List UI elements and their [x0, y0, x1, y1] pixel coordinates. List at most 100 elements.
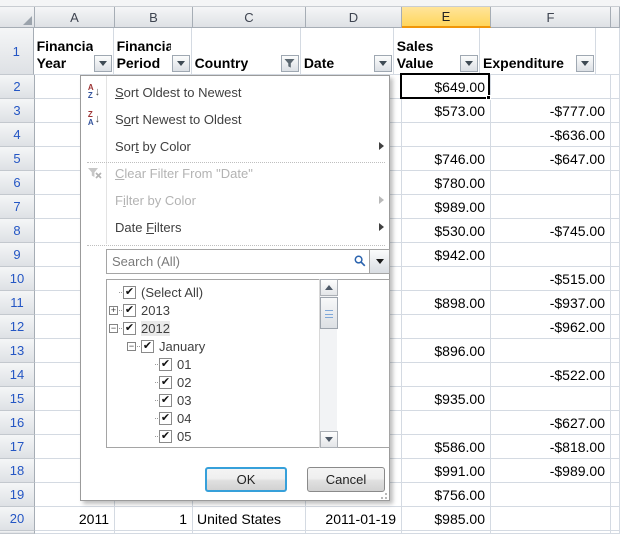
cell-col-e[interactable]: $898.00 — [402, 291, 491, 315]
row-header[interactable]: 4 — [0, 123, 35, 147]
filter-button-date-open[interactable] — [374, 55, 392, 72]
collapse-minus-icon[interactable]: − — [127, 342, 136, 351]
cell-col-e[interactable]: $573.00 — [402, 99, 491, 123]
checkbox-checked[interactable]: ✔ — [159, 430, 172, 443]
filter-button-country-active[interactable] — [281, 55, 299, 72]
cell-col-f[interactable]: -$515.00 — [491, 267, 611, 291]
column-header-c[interactable]: C — [193, 7, 306, 28]
column-header-g-sliver[interactable] — [611, 7, 620, 28]
cell-a1[interactable]: Financial Year — [34, 28, 114, 75]
row-header[interactable]: 14 — [0, 363, 35, 387]
tree-expander[interactable]: + − — [127, 337, 141, 355]
cell-col-e[interactable]: $746.00 — [402, 147, 491, 171]
tree-expander[interactable]: + − — [109, 283, 123, 301]
cell-col-e[interactable] — [402, 363, 491, 387]
cell-g1-sliver[interactable] — [596, 28, 620, 75]
tree-scrollbar[interactable] — [319, 279, 337, 448]
collapse-minus-icon[interactable]: − — [109, 324, 118, 333]
checkbox-checked[interactable]: ✔ — [123, 286, 136, 299]
cell-col-g-sliver[interactable] — [611, 363, 620, 387]
cell-col-f[interactable] — [491, 507, 611, 531]
cell-col-g-sliver[interactable] — [611, 435, 620, 459]
column-header-b[interactable]: B — [115, 7, 193, 28]
filter-button-financial-year[interactable] — [94, 55, 112, 72]
cell-col-e[interactable]: $756.00 — [402, 483, 491, 507]
cell-col-g-sliver[interactable] — [611, 267, 620, 291]
expand-plus-icon[interactable]: + — [109, 306, 118, 315]
cell-col-g-sliver[interactable] — [611, 315, 620, 339]
checkbox-checked[interactable]: ✔ — [159, 394, 172, 407]
column-header-d[interactable]: D — [306, 7, 402, 28]
cell-col-g-sliver[interactable] — [611, 291, 620, 315]
cell-col-g-sliver[interactable] — [611, 411, 620, 435]
checkbox-checked[interactable]: ✔ — [123, 304, 136, 317]
cell-col-f[interactable] — [491, 195, 611, 219]
cell-col-g-sliver[interactable] — [611, 147, 620, 171]
scroll-up-button[interactable] — [320, 279, 338, 296]
row-header[interactable]: 8 — [0, 219, 35, 243]
cell-col-g-sliver[interactable] — [611, 507, 620, 531]
cell-col-b[interactable]: 1 — [115, 507, 193, 531]
cell-col-e[interactable]: $935.00 — [402, 387, 491, 411]
row-header[interactable]: 18 — [0, 459, 35, 483]
cell-col-g-sliver[interactable] — [611, 483, 620, 507]
cell-col-g-sliver[interactable] — [611, 339, 620, 363]
cell-col-a[interactable]: 2011 — [35, 507, 115, 531]
row-header[interactable]: 3 — [0, 99, 35, 123]
cell-col-f[interactable]: -$777.00 — [491, 99, 611, 123]
column-header-e-selected[interactable]: E — [402, 7, 491, 28]
menu-item[interactable]: AZ↓ ZA↓ Sort by Color — [81, 133, 389, 160]
tree-expander[interactable]: + − — [145, 355, 159, 373]
cell-col-f[interactable]: -$962.00 — [491, 315, 611, 339]
cell-col-e[interactable]: $530.00 — [402, 219, 491, 243]
cell-col-e[interactable]: $586.00 — [402, 435, 491, 459]
tree-expander[interactable]: + − — [145, 427, 159, 445]
row-header[interactable]: 2 — [0, 75, 35, 99]
cell-col-f[interactable]: -$989.00 — [491, 459, 611, 483]
cell-col-f[interactable]: -$937.00 — [491, 291, 611, 315]
tree-expander[interactable]: + − — [109, 319, 123, 337]
scrollbar-thumb[interactable] — [320, 297, 338, 329]
resize-grip[interactable] — [379, 491, 387, 499]
cell-col-f[interactable]: -$636.00 — [491, 123, 611, 147]
cell-col-f[interactable]: -$818.00 — [491, 435, 611, 459]
row-header[interactable]: 12 — [0, 315, 35, 339]
cell-col-f[interactable]: -$745.00 — [491, 219, 611, 243]
row-header[interactable]: 19 — [0, 483, 35, 507]
checkbox-checked[interactable]: ✔ — [159, 376, 172, 389]
row-header-1[interactable]: 1 — [0, 28, 34, 75]
column-header-f[interactable]: F — [491, 7, 611, 28]
cell-col-e[interactable]: $780.00 — [402, 171, 491, 195]
cell-col-e[interactable] — [402, 315, 491, 339]
menu-item[interactable]: AZ↓ ZA↓ Sort Newest to Oldest — [81, 106, 389, 133]
cell-col-f[interactable] — [491, 75, 611, 99]
cell-col-f[interactable]: -$647.00 — [491, 147, 611, 171]
search-dropdown-button[interactable] — [369, 249, 390, 274]
row-header[interactable]: 9 — [0, 243, 35, 267]
cell-col-g-sliver[interactable] — [611, 219, 620, 243]
cell-col-g-sliver[interactable] — [611, 75, 620, 99]
row-header[interactable]: 11 — [0, 291, 35, 315]
search-input[interactable] — [106, 249, 390, 274]
cell-col-f[interactable] — [491, 243, 611, 267]
cell-col-f[interactable]: -$522.00 — [491, 363, 611, 387]
cell-col-g-sliver[interactable] — [611, 459, 620, 483]
cell-col-c[interactable]: United States — [193, 507, 306, 531]
cell-col-e[interactable]: $985.00 — [402, 507, 491, 531]
cell-col-g-sliver[interactable] — [611, 171, 620, 195]
row-header[interactable]: 20 — [0, 507, 35, 531]
checkbox-checked[interactable]: ✔ — [159, 412, 172, 425]
cell-e1[interactable]: Sales Value — [394, 28, 480, 75]
tree-expander[interactable]: + − — [145, 391, 159, 409]
cell-col-f[interactable] — [491, 171, 611, 195]
cell-col-e[interactable] — [402, 123, 491, 147]
menu-item[interactable]: AZ↓ ZA↓ Filter by Color — [81, 187, 389, 214]
select-all-corner[interactable] — [0, 7, 35, 28]
checkbox-checked[interactable]: ✔ — [141, 340, 154, 353]
cell-col-e[interactable]: $942.00 — [402, 243, 491, 267]
filter-button-expenditure[interactable] — [576, 55, 594, 72]
cell-col-f[interactable] — [491, 387, 611, 411]
filter-button-financial-period[interactable] — [172, 55, 190, 72]
filter-button-sales-value[interactable] — [460, 55, 478, 72]
cell-f1[interactable]: Expenditure — [480, 28, 596, 75]
